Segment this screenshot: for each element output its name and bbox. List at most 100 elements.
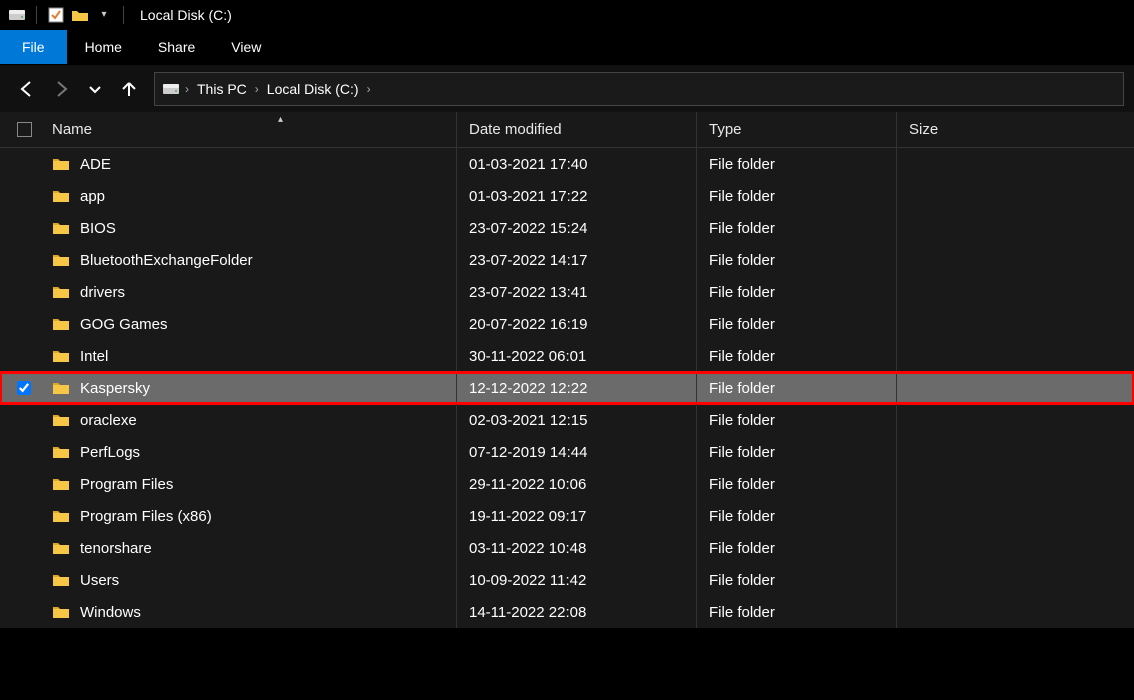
column-headers: Name ▴ Date modified Type Size	[0, 112, 1134, 148]
table-row[interactable]: BIOS 23-07-2022 15:24 File folder	[0, 212, 1134, 244]
file-name: app	[80, 188, 105, 205]
qat-dropdown-icon[interactable]: ▾	[93, 4, 115, 26]
folder-icon	[52, 221, 70, 235]
file-name: Users	[80, 572, 119, 589]
file-type: File folder	[709, 604, 775, 621]
chevron-right-icon[interactable]: ›	[367, 82, 371, 96]
folder-icon	[52, 381, 70, 395]
breadcrumb-current[interactable]: Local Disk (C:)	[263, 81, 363, 97]
table-row[interactable]: Users10-09-2022 11:42File folder	[0, 564, 1134, 596]
file-name: GOG Games	[80, 316, 168, 333]
folder-icon	[52, 317, 70, 331]
drive-icon	[6, 4, 28, 26]
table-row[interactable]: GOG Games 20-07-2022 16:19 File folder	[0, 308, 1134, 340]
file-date: 01-03-2021 17:22	[469, 188, 587, 205]
chevron-right-icon[interactable]: ›	[185, 82, 189, 96]
recent-locations-button[interactable]	[80, 74, 110, 104]
column-header-name-label: Name	[52, 121, 92, 138]
file-date: 07-12-2019 14:44	[469, 444, 587, 461]
ribbon-tabs: File Home Share View	[0, 30, 1134, 64]
address-bar[interactable]: › This PC › Local Disk (C:) ›	[154, 72, 1124, 106]
breadcrumb-this-pc[interactable]: This PC	[193, 81, 251, 97]
column-header-type[interactable]: Type	[696, 112, 896, 147]
table-row[interactable]: app01-03-2021 17:22File folder	[0, 180, 1134, 212]
folder-icon	[52, 157, 70, 171]
file-name: ADE	[80, 156, 111, 173]
file-type: File folder	[709, 540, 775, 557]
home-tab[interactable]: Home	[67, 30, 140, 64]
window-title: Local Disk (C:)	[130, 7, 232, 23]
file-name: BIOS	[80, 220, 116, 237]
table-row[interactable]: Program Files29-11-2022 10:06File folder	[0, 468, 1134, 500]
share-tab[interactable]: Share	[140, 30, 213, 64]
file-type: File folder	[709, 380, 775, 397]
file-tab[interactable]: File	[0, 30, 67, 64]
quick-access-toolbar: ▾	[0, 4, 130, 26]
title-bar: ▾ Local Disk (C:)	[0, 0, 1134, 30]
file-type: File folder	[709, 220, 775, 237]
file-type: File folder	[709, 444, 775, 461]
file-type: File folder	[709, 284, 775, 301]
back-button[interactable]	[12, 74, 42, 104]
file-type: File folder	[709, 508, 775, 525]
chevron-right-icon[interactable]: ›	[255, 82, 259, 96]
table-row[interactable]: PerfLogs07-12-2019 14:44File folder	[0, 436, 1134, 468]
select-all-checkbox[interactable]	[0, 122, 48, 137]
file-name: oraclexe	[80, 412, 137, 429]
file-type: File folder	[709, 252, 775, 269]
table-row[interactable]: Kaspersky12-12-2022 12:22File folder	[0, 372, 1134, 404]
column-header-size-label: Size	[909, 121, 938, 138]
file-name: Program Files (x86)	[80, 508, 212, 525]
file-date: 20-07-2022 16:19	[469, 316, 587, 333]
navigation-bar: › This PC › Local Disk (C:) ›	[0, 64, 1134, 112]
table-row[interactable]: drivers 23-07-2022 13:41 File folder	[0, 276, 1134, 308]
up-button[interactable]	[114, 74, 144, 104]
table-row[interactable]: tenorshare03-11-2022 10:48File folder	[0, 532, 1134, 564]
folder-icon	[52, 253, 70, 267]
file-type: File folder	[709, 348, 775, 365]
column-header-type-label: Type	[709, 121, 742, 138]
column-header-date[interactable]: Date modified	[456, 112, 696, 147]
folder-icon	[52, 477, 70, 491]
view-tab[interactable]: View	[213, 30, 279, 64]
properties-icon[interactable]	[45, 4, 67, 26]
file-type: File folder	[709, 156, 775, 173]
column-header-name[interactable]: Name ▴	[48, 121, 456, 138]
file-type: File folder	[709, 412, 775, 429]
folder-icon	[52, 189, 70, 203]
table-row[interactable]: BluetoothExchangeFolder23-07-2022 14:17F…	[0, 244, 1134, 276]
folder-icon	[52, 285, 70, 299]
file-name: Kaspersky	[80, 380, 150, 397]
file-date: 23-07-2022 15:24	[469, 220, 587, 237]
table-row[interactable]: Program Files (x86)19-11-2022 09:17File …	[0, 500, 1134, 532]
file-date: 29-11-2022 10:06	[469, 476, 586, 493]
folder-icon	[52, 509, 70, 523]
folder-icon	[52, 541, 70, 555]
folder-icon	[52, 573, 70, 587]
column-header-size[interactable]: Size	[896, 112, 1134, 147]
file-name: Windows	[80, 604, 141, 621]
file-name: BluetoothExchangeFolder	[80, 252, 253, 269]
file-date: 14-11-2022 22:08	[469, 604, 586, 621]
file-type: File folder	[709, 572, 775, 589]
file-date: 30-11-2022 06:01	[469, 348, 586, 365]
drive-icon	[161, 81, 181, 97]
file-date: 23-07-2022 13:41	[469, 284, 587, 301]
new-folder-icon[interactable]	[69, 4, 91, 26]
table-row[interactable]: oraclexe 02-03-2021 12:15 File folder	[0, 404, 1134, 436]
file-date: 02-03-2021 12:15	[469, 412, 587, 429]
folder-icon	[52, 445, 70, 459]
folder-icon	[52, 413, 70, 427]
table-row[interactable]: ADE01-03-2021 17:40File folder	[0, 148, 1134, 180]
table-row[interactable]: Windows 14-11-2022 22:08 File folder	[0, 596, 1134, 628]
row-checkbox[interactable]	[17, 381, 31, 395]
table-row[interactable]: Intel30-11-2022 06:01File folder	[0, 340, 1134, 372]
file-name: Program Files	[80, 476, 173, 493]
column-header-date-label: Date modified	[469, 121, 562, 138]
forward-button[interactable]	[46, 74, 76, 104]
file-name: drivers	[80, 284, 125, 301]
folder-icon	[52, 349, 70, 363]
file-type: File folder	[709, 316, 775, 333]
file-name: tenorshare	[80, 540, 152, 557]
folder-icon	[52, 605, 70, 619]
